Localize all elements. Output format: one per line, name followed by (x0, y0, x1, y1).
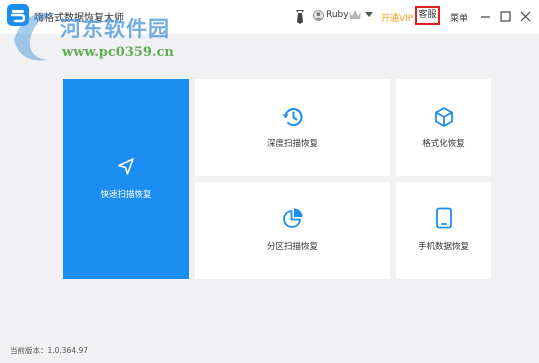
crown-icon (349, 10, 361, 19)
version-label: 当前版本： (10, 346, 48, 355)
version-info: 当前版本：1.0.364.97 (10, 345, 88, 356)
deep-scan-card[interactable]: 深度扫描恢复 (195, 79, 390, 176)
menu-button[interactable]: 菜单 (450, 11, 468, 24)
app-logo-icon (7, 4, 29, 26)
quick-scan-label: 快速扫描恢复 (100, 190, 152, 200)
app-title: 嗨格式数据恢复大师 (34, 13, 124, 24)
navigation-arrow-icon (118, 158, 134, 175)
customer-service-button[interactable]: 客服 (415, 6, 440, 25)
minimize-icon[interactable] (480, 11, 491, 22)
partition-scan-label: 分区扫描恢复 (266, 242, 318, 252)
phone-recover-card[interactable]: 手机数据恢复 (396, 182, 491, 279)
version-number: 1.0.364.97 (47, 346, 89, 355)
phone-recover-label: 手机数据恢复 (417, 242, 469, 252)
cube-icon (434, 107, 453, 127)
maximize-icon[interactable] (500, 11, 511, 22)
format-recover-card[interactable]: 格式化恢复 (396, 79, 491, 176)
deep-scan-label: 深度扫描恢复 (266, 139, 318, 149)
pie-chart-icon (282, 208, 302, 228)
watermark-url: www.pc0359.cn (62, 45, 174, 60)
avatar-icon (313, 10, 324, 21)
open-vip-link[interactable]: 开通VIP (381, 11, 413, 24)
username: Ruby (326, 10, 349, 20)
chevron-down-icon[interactable] (365, 12, 373, 18)
history-clock-icon (282, 108, 302, 126)
quick-scan-card[interactable]: 快速扫描恢复 (63, 79, 189, 279)
close-icon[interactable] (520, 11, 531, 22)
tablet-icon (435, 207, 452, 229)
format-recover-label: 格式化恢复 (422, 139, 465, 149)
title-bar: 嗨格式数据恢复大师 河东软件园 www.pc0359.cn Ruby 开通VIP… (0, 0, 539, 61)
partition-scan-card[interactable]: 分区扫描恢复 (195, 182, 390, 279)
tie-icon (296, 10, 304, 24)
